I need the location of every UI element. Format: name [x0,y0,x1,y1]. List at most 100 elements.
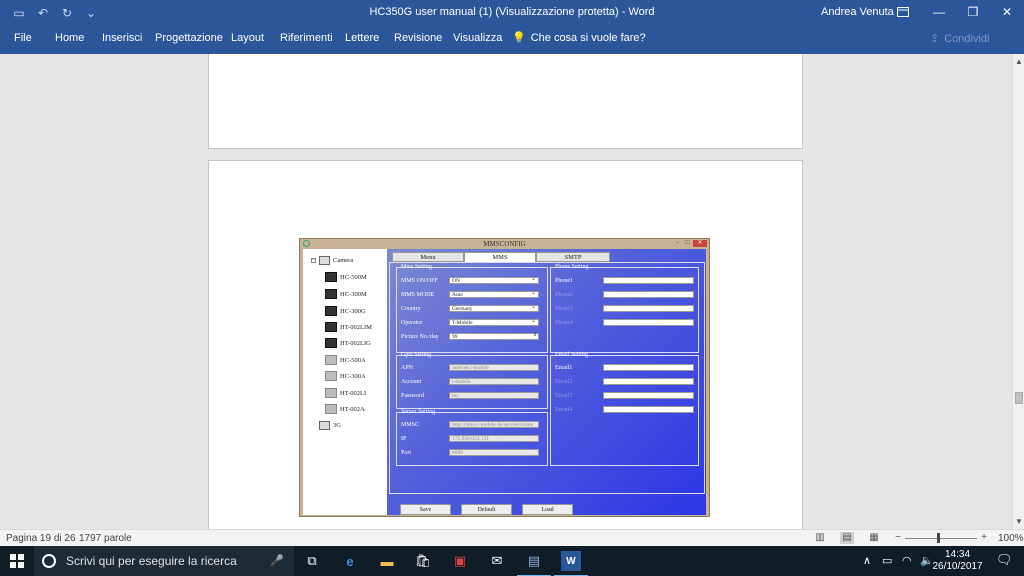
print-layout-icon[interactable]: ▤ [840,532,854,544]
tree-item: HT-002A [325,404,365,414]
windows-logo-icon [10,554,24,568]
minimize-button[interactable]: — [922,0,956,24]
word-count[interactable]: 1797 parole [79,533,132,544]
clock-time: 14:34 [944,549,971,560]
mail-icon[interactable]: ✉ [487,551,507,571]
edge-icon[interactable]: e [340,551,360,571]
user-name[interactable]: Andrea Venuta [821,6,894,18]
tell-me-box[interactable]: 💡 Che cosa si vuole fare? [512,31,646,45]
microphone-icon[interactable]: 🎤 [270,554,284,567]
ip-field: 172.028.023.131 [449,435,539,442]
zoom-level[interactable]: 100% [998,533,1024,544]
zoom-in-icon[interactable]: + [977,532,991,544]
restore-button[interactable]: ❐ [956,0,990,24]
tab-progettazione[interactable]: Progettazione [155,32,223,44]
tree-item: HC-300G [325,306,366,316]
device-icon [325,355,337,365]
taskbar-search[interactable]: Scrivi qui per eseguire la ricerca 🎤 [34,546,294,576]
web-layout-icon[interactable]: ▦ [867,532,881,544]
device-icon [325,338,337,348]
close-button[interactable]: ✕ [990,0,1024,24]
file-explorer-icon[interactable]: ▬ [377,551,397,571]
read-mode-icon[interactable]: ▥ [813,532,827,544]
picture-per-day-field: 99 [449,333,539,340]
tell-me-label: Che cosa si vuole fare? [530,31,646,44]
tab-visualizza[interactable]: Visualizza [453,32,502,44]
share-button[interactable]: ⇪ Condividi [930,32,990,46]
document-area[interactable]: MMSCONFIG – □ ✕ – Camera HC-500M HC-300M… [0,54,1012,529]
zoom-out-icon[interactable]: − [891,532,905,544]
start-button[interactable] [0,546,34,576]
tab-lettere[interactable]: Lettere [345,32,379,44]
tree-item: HC-300A [325,371,366,381]
ribbon-display-options-icon[interactable] [892,3,914,21]
previous-page [208,54,803,149]
search-placeholder: Scrivi qui per eseguire la ricerca [66,554,237,568]
load-settings-button: Load [522,504,573,515]
email2-field [603,378,694,385]
mms-setting-group: Mms Setting MMS ON/OFFON MMS MODEAuto Co… [396,264,548,353]
tab-revisione[interactable]: Revisione [394,32,442,44]
vertical-scrollbar[interactable]: ▲ ▼ [1012,54,1024,529]
tree-item: HC-300M [325,289,367,299]
tab-layout[interactable]: Layout [231,32,264,44]
zoom-slider-thumb[interactable] [937,533,940,543]
tree-item: HC-500M [325,272,367,282]
ribbon-tabs: File Home Inserisci Progettazione Layout… [0,26,1024,54]
scroll-down-icon[interactable]: ▼ [1015,517,1023,526]
server-setting-group: Server Setting MMSC http://mms.t-mobile.d… [396,409,548,466]
document-app-icon[interactable]: ▤ [517,551,551,576]
apn-field: internet.t-mobile [449,364,539,371]
scroll-up-icon[interactable]: ▲ [1015,57,1023,66]
taskbar-clock[interactable]: 14:34 26/10/2017 [930,549,985,573]
tab-inserisci[interactable]: Inserisci [102,32,142,44]
close-icon: ✕ [693,240,707,247]
camera-icon [319,256,330,265]
tab-file[interactable]: File [14,32,32,44]
maximize-icon: □ [685,240,690,246]
device-icon [325,404,337,414]
gift-app-icon[interactable]: ▣ [450,551,470,571]
task-view-icon[interactable]: ⧉ [302,551,322,571]
tab-smtp: SMTP [536,252,610,262]
device-icon [325,289,337,299]
minimize-icon: – [676,240,679,246]
clock-date: 26/10/2017 [932,561,983,572]
notifications-icon[interactable]: 🗨 [996,552,1013,568]
battery-icon[interactable]: ▭ [882,554,892,567]
windows-taskbar: Scrivi qui per eseguire la ricerca 🎤 ⧉ e… [0,546,1024,576]
word-icon[interactable]: W [554,551,588,576]
wifi-icon[interactable]: ◠ [902,554,912,567]
show-hidden-icons[interactable]: ∧ [863,554,871,567]
phone-setting-group: Phone Setting Phone1 Phone2 Phone3 Phone… [550,264,699,353]
save-settings-button: Save [400,504,451,515]
tab-home[interactable]: Home [55,32,84,44]
zoom-slider[interactable] [905,538,977,539]
tree-root: – Camera [311,256,354,265]
tab-riferimenti[interactable]: Riferimenti [280,32,333,44]
tree-item: HT-002LIM [325,322,372,332]
mms-onoff-field: ON [449,276,539,284]
share-label: Condividi [944,32,990,45]
page-counter[interactable]: Pagina 19 di 26 [6,533,76,544]
cortana-icon [42,554,56,568]
device-icon [325,272,337,282]
store-icon[interactable]: 🛍 [413,551,433,571]
tree-item: HT-002LI [325,388,366,398]
phone3-field [603,305,694,312]
device-icon [325,306,337,316]
status-bar: Pagina 19 di 26 1797 parole ▥ ▤ ▦ − + 10… [0,529,1024,546]
device-icon [325,388,337,398]
email4-field [603,406,694,413]
tab-menu: Menu [392,252,464,262]
mmsconfig-screenshot: MMSCONFIG – □ ✕ – Camera HC-500M HC-300M… [299,238,710,517]
password-field: tm [449,392,539,399]
operator-field: T-Mobile [449,318,539,326]
default-settings-button: Default [461,504,512,515]
mms-panel: Mms Setting MMS ON/OFFON MMS MODEAuto Co… [389,262,705,494]
word-window: ▭ ↶ ↻ ⌄ HC350G user manual (1) (Visualiz… [0,0,1024,576]
phone2-field [603,291,694,298]
country-field: Germany [449,304,539,312]
settings-area: Menu MMS SMTP Mms Setting MMS ON/OFFON M… [387,249,706,515]
scrollbar-thumb[interactable] [1015,392,1023,404]
